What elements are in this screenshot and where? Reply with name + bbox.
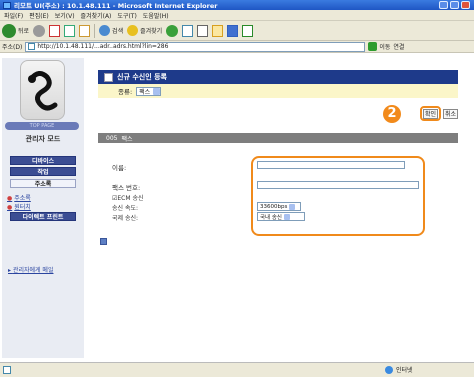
section-label: 팩스 [121, 135, 133, 143]
ecm-checkbox[interactable]: ☑ECM 송신 [112, 193, 143, 202]
type-label: 종류: [118, 88, 133, 96]
type-row: 종류: 팩스 [98, 84, 458, 98]
favorites-button[interactable]: 즐겨찾기 [127, 25, 162, 36]
forward-button[interactable] [33, 24, 46, 37]
dialog-title-bar: 신규 수신인 등록 [98, 70, 458, 84]
admin-mail-label: 관리자에게 메일 [12, 267, 54, 274]
globe-icon [385, 365, 393, 374]
type-select[interactable]: 팩스 [136, 86, 162, 96]
maximize-button[interactable] [450, 1, 459, 9]
sub-one-touch-label: 원터치 [14, 204, 31, 211]
nav-device[interactable]: 디바이스 [10, 156, 76, 165]
section-header: 005 팩스 [98, 133, 458, 143]
sub-address-book[interactable]: ● 주소록 [7, 193, 31, 202]
messenger-icon[interactable] [227, 24, 239, 37]
name-input[interactable] [257, 161, 405, 169]
confirm-button[interactable]: 확인 [423, 109, 438, 119]
remote-ui-logo[interactable] [20, 60, 65, 120]
url-field[interactable]: http://10.1.48.111/...adr..adrs.html?lin… [25, 41, 366, 52]
discuss-icon[interactable] [242, 24, 254, 37]
menu-favorites[interactable]: 즐겨찾기(A) [81, 11, 112, 20]
cancel-button[interactable]: 취소 [443, 109, 458, 119]
admin-mode-label: 관리자 모드 [25, 135, 61, 143]
go-button[interactable]: 이동 [368, 42, 390, 51]
star-icon [127, 25, 139, 36]
sub-address-book-label: 주소록 [14, 195, 31, 202]
page-top-icon[interactable] [100, 238, 107, 245]
nav-direct-print[interactable]: 다이렉트 프린트 [10, 212, 76, 221]
menu-edit[interactable]: 편집(E) [29, 11, 49, 20]
admin-mail-link[interactable]: ▸ 관리자에게 메일 [8, 265, 53, 274]
home-icon[interactable] [79, 24, 91, 37]
sub-one-touch[interactable]: ● 원터치 [7, 202, 31, 211]
nav-address-book[interactable]: 주소록 [10, 179, 76, 188]
speed-label: 송신 속도: [112, 205, 139, 212]
section-number: 005 [106, 134, 118, 142]
intl-value: 국내 송신 [260, 214, 282, 221]
type-value: 팩스 [139, 88, 151, 96]
ie-app-icon [3, 1, 11, 9]
menu-help[interactable]: 도움말(H) [143, 11, 169, 20]
print-icon[interactable] [197, 24, 209, 37]
address-bar: 주소(D) http://10.1.48.111/...adr..adrs.ht… [0, 41, 474, 53]
menu-view[interactable]: 보기(V) [55, 11, 75, 20]
refresh-icon[interactable] [64, 24, 76, 37]
go-label: 이동 [379, 44, 391, 51]
page-status-icon [3, 366, 11, 374]
intl-select[interactable]: 국내 송신 [257, 212, 305, 221]
main-panel: 신규 수신인 등록 종류: 팩스 2 확인 취소 005 팩스 이름: 팩스 번… [92, 58, 468, 358]
folder-icon[interactable] [212, 24, 224, 37]
page-icon [28, 43, 36, 50]
remote-ui-logo-icon [28, 71, 58, 111]
url-text: http://10.1.48.111/...adr..adrs.html?lin… [37, 43, 169, 50]
back-arrow-icon [2, 23, 16, 38]
back-button[interactable]: 뒤로 [2, 23, 30, 38]
zone-label: 인터넷 [396, 367, 413, 374]
stop-icon[interactable] [49, 24, 61, 37]
mail-icon[interactable] [182, 24, 194, 37]
chevron-down-icon [153, 87, 161, 95]
toolbar-separator [94, 23, 96, 38]
internet-zone: 인터넷 [385, 365, 413, 374]
status-bar: 인터넷 [0, 362, 474, 377]
intl-label: 국제 송신: [112, 215, 139, 222]
minimize-button[interactable] [439, 1, 448, 9]
nav-job[interactable]: 작업 [10, 167, 76, 176]
top-page-link[interactable]: TOP PAGE [5, 122, 79, 130]
search-label: 검색 [112, 28, 124, 35]
close-button[interactable] [461, 1, 470, 9]
dialog-title: 신규 수신인 등록 [117, 73, 167, 81]
page-content: TOP PAGE 관리자 모드 디바이스 작업 주소록 ● 주소록 ● 원터치 다이… [0, 54, 474, 362]
name-label: 이름: [112, 164, 127, 172]
menu-bar: 파일(F) 편집(E) 보기(V) 즐겨찾기(A) 도구(T) 도움말(H) [0, 10, 474, 21]
window-title: 리모트 UI(주소) : 10.1.48.111 - Microsoft Int… [14, 2, 218, 10]
speed-select[interactable]: 33600bps [257, 202, 301, 211]
register-icon [104, 72, 113, 82]
search-icon [99, 25, 111, 36]
search-button[interactable]: 검색 [99, 25, 123, 36]
step-badge: 2 [383, 105, 401, 123]
speed-value: 33600bps [260, 203, 288, 210]
dialog-header: 신규 수신인 등록 종류: 팩스 [92, 70, 468, 104]
fax-number-input[interactable] [257, 181, 419, 189]
fax-number-label: 팩스 번호: [112, 184, 141, 192]
go-arrow-icon [368, 42, 378, 51]
history-icon[interactable] [166, 24, 179, 37]
chevron-down-icon [289, 203, 296, 210]
chevron-down-icon [284, 213, 290, 220]
menu-file[interactable]: 파일(F) [4, 11, 23, 20]
remote-ui-sidebar: TOP PAGE 관리자 모드 디바이스 작업 주소록 ● 주소록 ● 원터치 다이… [2, 58, 84, 358]
links-label[interactable]: 연결 [393, 42, 404, 51]
address-label: 주소(D) [2, 44, 23, 51]
window-title-bar: 리모트 UI(주소) : 10.1.48.111 - Microsoft Int… [0, 0, 474, 10]
back-label: 뒤로 [18, 28, 30, 35]
favorites-label: 즐겨찾기 [140, 28, 163, 35]
browser-toolbar: 뒤로 검색 즐겨찾기 [0, 21, 474, 41]
menu-tools[interactable]: 도구(T) [117, 11, 136, 20]
